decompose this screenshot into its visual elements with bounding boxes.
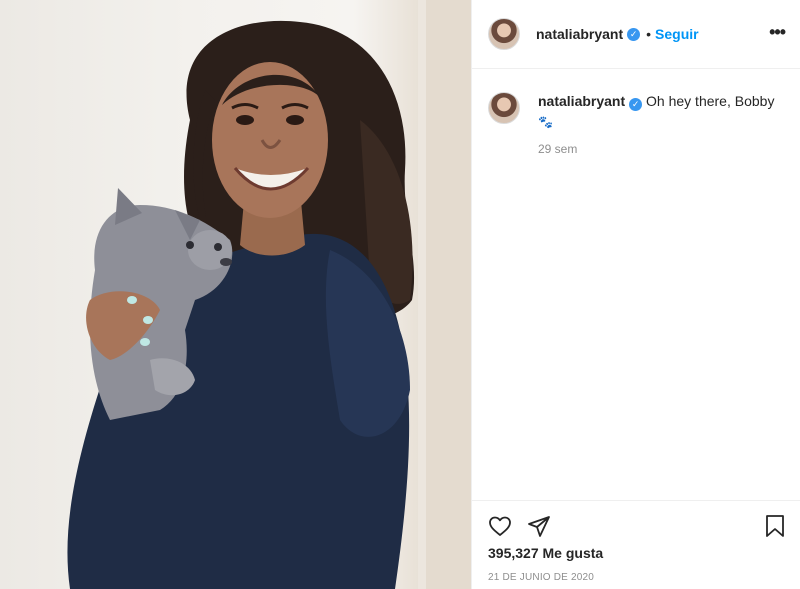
verified-icon: ✓ (629, 98, 643, 111)
heart-icon[interactable] (488, 514, 512, 538)
actions-divider (472, 500, 800, 501)
post-date[interactable]: 21 DE JUNIO DE 2020 (488, 572, 594, 583)
share-icon[interactable] (527, 514, 551, 538)
post-photo-illustration (67, 0, 471, 589)
caption-username[interactable]: nataliabryant (538, 93, 625, 109)
caption-text: Oh hey there, Bobby (646, 93, 775, 109)
verified-icon: ✓ (627, 27, 641, 41)
header-separator: • (646, 26, 652, 42)
caption-time[interactable]: 29 sem (538, 142, 577, 156)
follow-button[interactable]: Seguir (655, 26, 699, 42)
caption-body: nataliabryant ✓ Oh hey there, Bobby 🐾 (538, 92, 788, 131)
post-photo[interactable] (0, 0, 471, 589)
likes-count[interactable]: 395,327 Me gusta (488, 545, 603, 561)
caption-comment: nataliabryant ✓ Oh hey there, Bobby 🐾 (488, 92, 788, 131)
bookmark-icon[interactable] (763, 514, 787, 538)
header-username[interactable]: nataliabryant (536, 26, 623, 42)
more-icon[interactable]: ••• (769, 23, 786, 41)
caption-emoji: 🐾 (538, 115, 553, 129)
post-header: nataliabryant ✓ • Seguir ••• (472, 0, 800, 69)
post-sidebar: nataliabryant ✓ • Seguir ••• nataliabrya… (471, 0, 800, 589)
caption-avatar[interactable] (488, 92, 520, 124)
avatar[interactable] (488, 18, 520, 50)
